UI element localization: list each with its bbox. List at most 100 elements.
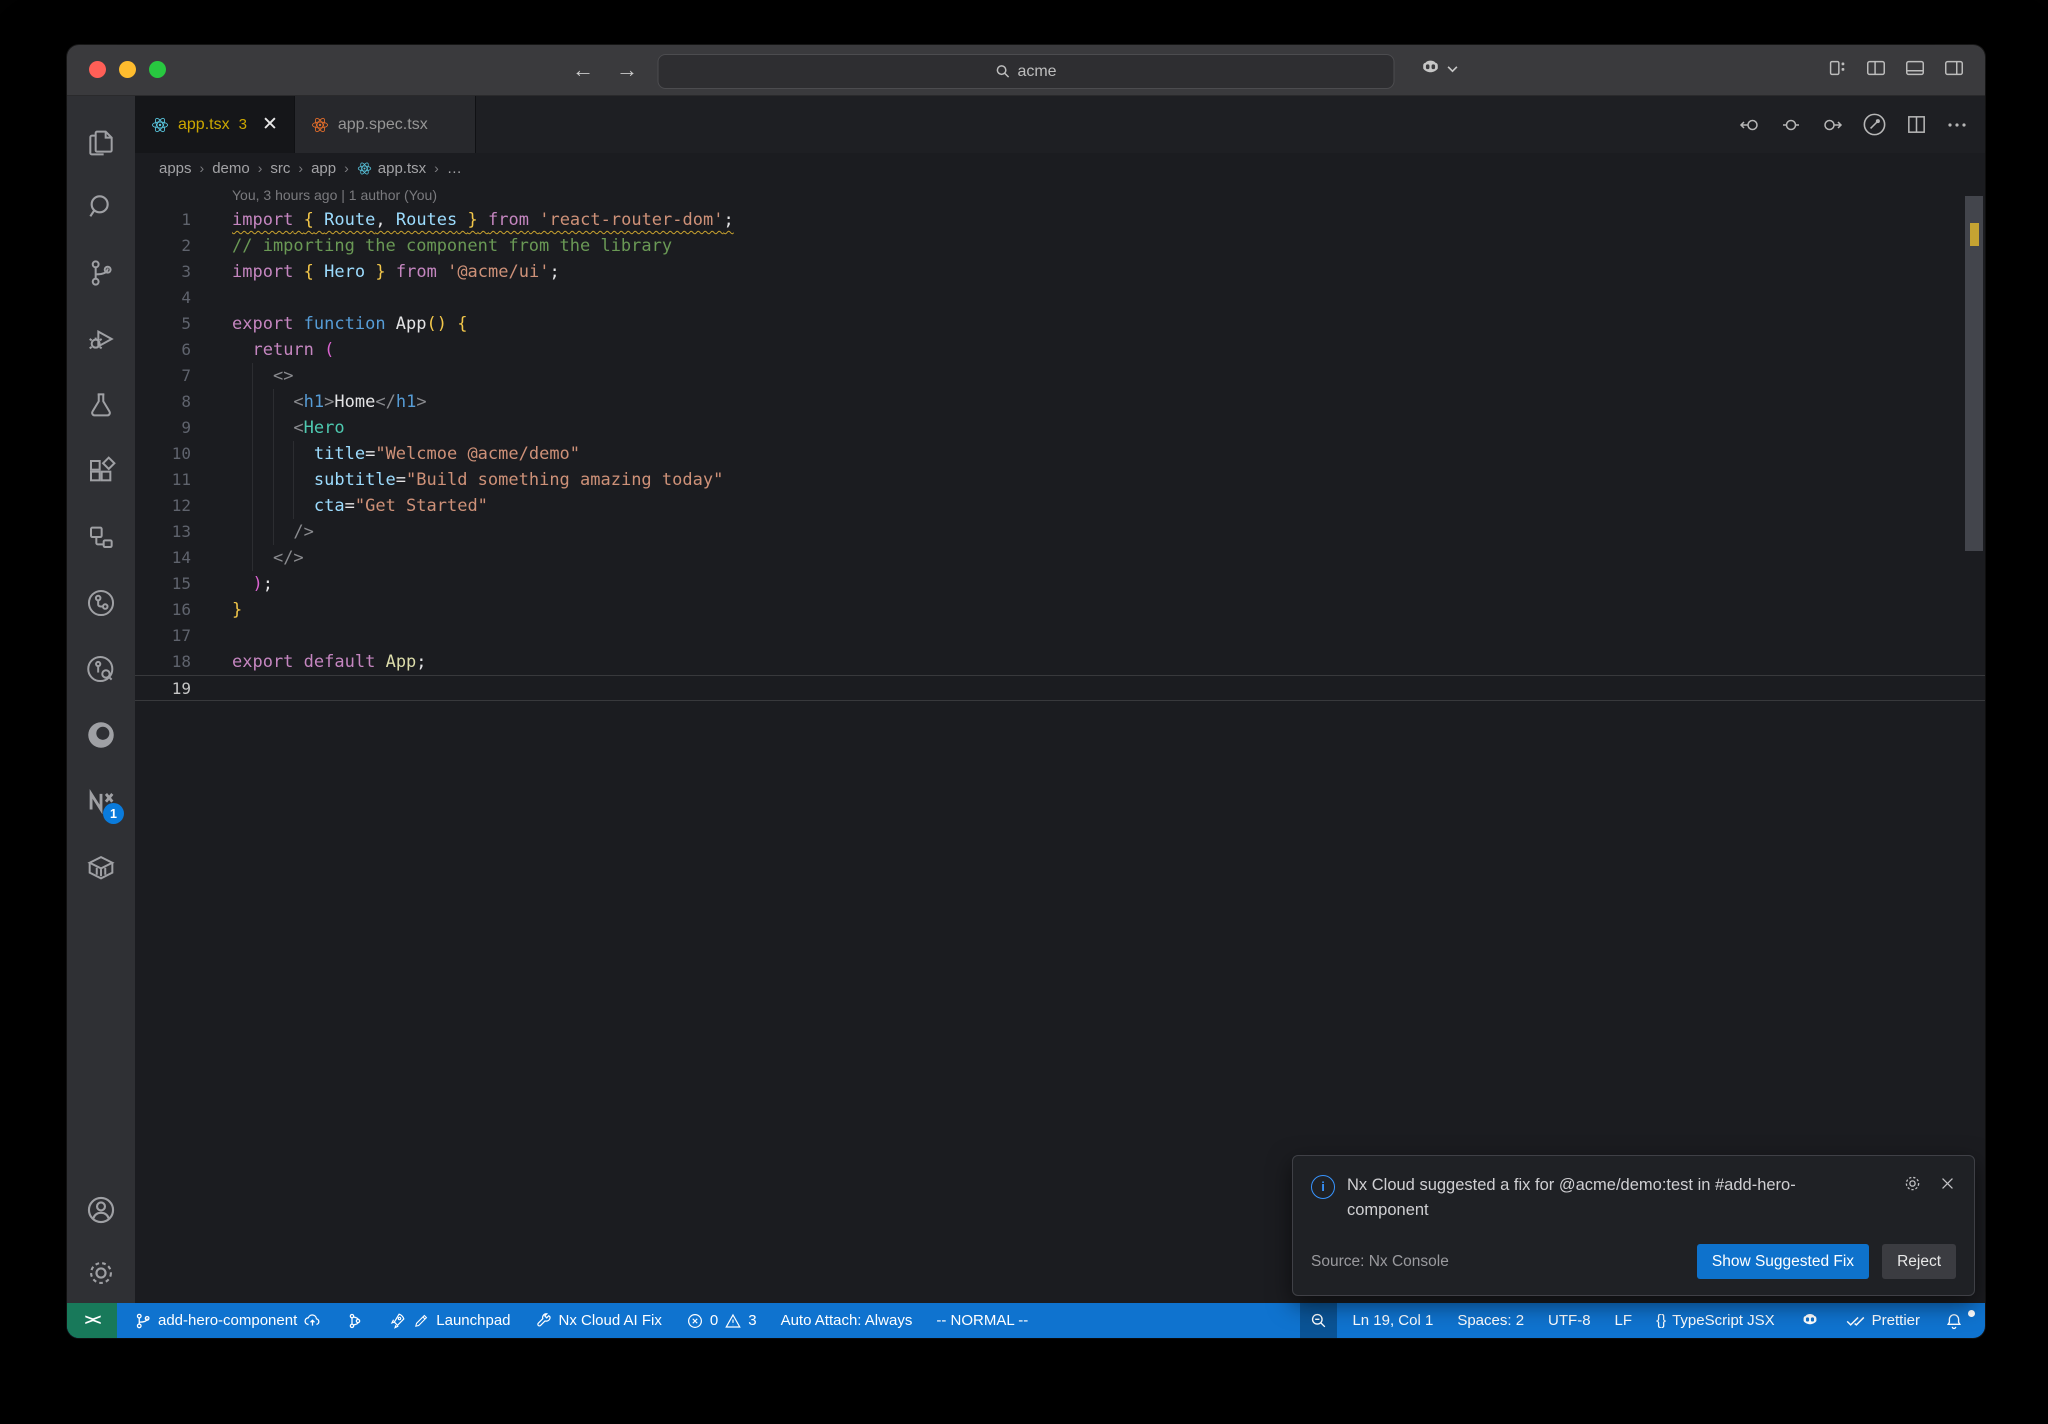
toast-message: Nx Cloud suggested a fix for @acme/demo:… [1347, 1175, 1796, 1220]
tab-app-tsx[interactable]: app.tsx 3 ✕ [135, 96, 295, 153]
indentation-status[interactable]: Spaces: 2 [1448, 1303, 1533, 1338]
explorer-icon[interactable] [77, 108, 125, 174]
eol-status[interactable]: LF [1606, 1303, 1642, 1338]
code-line-9[interactable]: 9 <Hero [135, 415, 1985, 441]
code-line-3[interactable]: 3 import { Hero } from '@acme/ui'; [135, 259, 1985, 285]
formatter-status[interactable]: Prettier [1836, 1303, 1929, 1338]
code-line-6[interactable]: 6 return ( [135, 337, 1985, 363]
toggle-primary-sidebar-icon[interactable] [1865, 57, 1887, 79]
toast-close-icon[interactable] [1939, 1175, 1956, 1192]
editor-actions [1738, 96, 1969, 153]
nx-console-icon[interactable]: 1 [77, 768, 125, 834]
code-line-1[interactable]: 1 import { Route, Routes } from 'react-ro… [135, 207, 1985, 233]
code-line-5[interactable]: 5 export function App() { [135, 311, 1985, 337]
toast-gear-icon[interactable] [1902, 1173, 1923, 1194]
copilot-status[interactable] [1790, 1303, 1830, 1338]
toggle-panel-icon[interactable] [1904, 57, 1926, 79]
code-line-10[interactable]: 10 title="Welcmoe @acme/demo" [135, 441, 1985, 467]
extensions-icon[interactable] [77, 438, 125, 504]
gitlens-inspect-icon[interactable] [77, 636, 125, 702]
references-icon[interactable] [77, 504, 125, 570]
search-view-icon[interactable] [77, 174, 125, 240]
close-window-button[interactable] [89, 61, 106, 78]
scrollbar-thumb[interactable] [1965, 196, 1983, 551]
zoom-window-button[interactable] [149, 61, 166, 78]
split-editor-icon[interactable] [1905, 113, 1928, 136]
navigate-forward-icon[interactable] [1820, 113, 1844, 137]
search-value: acme [1017, 62, 1057, 80]
back-arrow-icon[interactable]: ← [572, 59, 594, 81]
code-line-19[interactable]: 19 [135, 675, 1985, 701]
nx-cloud-ai-fix-button[interactable]: Nx Cloud AI Fix [526, 1303, 671, 1338]
code-editor[interactable]: You, 3 hours ago | 1 author (You) 1 impor… [135, 183, 1985, 1303]
notifications-bell[interactable] [1935, 1303, 1975, 1338]
zoom-out-button[interactable] [1300, 1303, 1338, 1338]
error-count: 0 [709, 1312, 719, 1329]
code-line-11[interactable]: 11 subtitle="Build something amazing tod… [135, 467, 1985, 493]
reject-button[interactable]: Reject [1882, 1244, 1956, 1279]
breadcrumb-item[interactable]: app [311, 160, 336, 177]
forward-arrow-icon[interactable]: → [616, 59, 638, 81]
breadcrumb-item[interactable]: apps [159, 160, 192, 177]
tab-label: app.tsx [178, 115, 230, 133]
more-actions-icon[interactable] [1945, 113, 1969, 137]
notification-toast: i Nx Cloud suggested a fix for @acme/dem… [1292, 1154, 1975, 1296]
account-icon[interactable] [77, 1177, 125, 1243]
code-line-17[interactable]: 17 [135, 623, 1985, 649]
react-icon [152, 117, 168, 132]
git-branch-status[interactable]: add-hero-component [125, 1303, 331, 1338]
copilot-icon [1803, 1313, 1817, 1324]
code-line-14[interactable]: 14 </> [135, 545, 1985, 571]
copilot-menu[interactable] [1418, 56, 1458, 81]
language-mode-status[interactable]: {} TypeScript JSX [1647, 1303, 1784, 1338]
edge-browser-icon[interactable] [77, 702, 125, 768]
chevron-right-icon: › [434, 160, 439, 176]
cursor-position-status[interactable]: Ln 19, Col 1 [1343, 1303, 1442, 1338]
settings-gear-icon[interactable] [77, 1243, 125, 1303]
chevron-right-icon: › [199, 160, 205, 176]
minimize-window-button[interactable] [119, 61, 136, 78]
code-line-15[interactable]: 15 ); [135, 571, 1985, 597]
show-suggested-fix-button[interactable]: Show Suggested Fix [1696, 1244, 1870, 1279]
code-line-13[interactable]: 13 /> [135, 519, 1985, 545]
run-and-debug-icon[interactable] [77, 306, 125, 372]
source-control-graph-button[interactable] [337, 1303, 373, 1338]
code-line-8[interactable]: 8 <h1>Home</h1> [135, 389, 1985, 415]
code-line-7[interactable]: 7 <> [135, 363, 1985, 389]
encoding-status[interactable]: UTF-8 [1539, 1303, 1600, 1338]
warning-overview-marker [1970, 223, 1979, 246]
launchpad-button[interactable]: Launchpad [379, 1303, 519, 1338]
problems-status[interactable]: 0 3 [677, 1303, 766, 1338]
navigate-back-icon[interactable] [1738, 113, 1762, 137]
gitlens-blame-codelens[interactable]: You, 3 hours ago | 1 author (You) [135, 183, 1985, 207]
gitlens-icon[interactable] [77, 570, 125, 636]
code-line-16[interactable]: 16} [135, 597, 1985, 623]
code-line-12[interactable]: 12 cta="Get Started" [135, 493, 1985, 519]
code-line-2[interactable]: 2// importing the component from the lib… [135, 233, 1985, 259]
info-icon: i [1311, 1174, 1335, 1199]
editor-scrollbar[interactable] [1963, 183, 1985, 1303]
command-center-search[interactable]: acme [657, 54, 1395, 89]
current-change-icon[interactable] [1779, 113, 1803, 137]
breadcrumb-file[interactable]: app.tsx [357, 160, 426, 177]
warning-icon [725, 1313, 742, 1328]
code-line-4[interactable]: 4 [135, 285, 1985, 311]
vim-mode-status[interactable]: -- NORMAL -- [927, 1303, 1037, 1338]
breadcrumb-symbol[interactable]: … [447, 160, 462, 177]
breadcrumb-item[interactable]: demo [212, 160, 250, 177]
remote-indicator[interactable]: >< [67, 1303, 117, 1338]
close-tab-icon[interactable]: ✕ [262, 113, 278, 136]
testing-icon[interactable] [77, 372, 125, 438]
source-control-icon[interactable] [77, 240, 125, 306]
containers-icon[interactable] [77, 834, 125, 900]
breadcrumb-item[interactable]: src [270, 160, 290, 177]
code-line-18[interactable]: 18 export default App; [135, 649, 1985, 675]
double-check-icon [1846, 1316, 1864, 1326]
tab-app-spec-tsx[interactable]: app.spec.tsx ✕ [294, 96, 476, 153]
toggle-secondary-sidebar-icon[interactable] [1943, 57, 1965, 79]
auto-attach-status[interactable]: Auto Attach: Always [772, 1303, 922, 1338]
pen-icon [415, 1314, 428, 1327]
commit-graph-icon[interactable] [1861, 111, 1888, 138]
breadcrumb: apps › demo › src › app › app.tsx › … [135, 153, 1985, 183]
customize-layout-icon[interactable] [1826, 57, 1848, 79]
